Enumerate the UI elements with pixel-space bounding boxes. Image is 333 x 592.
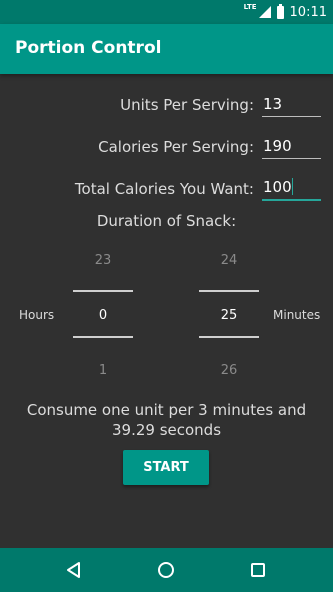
minutes-next-value[interactable]: 26 [199, 363, 259, 378]
result-line-2: 39.29 seconds [111, 421, 222, 439]
units-per-serving-label: Units Per Serving: [120, 96, 254, 114]
total-calories-label: Total Calories You Want: [74, 180, 254, 198]
app-bar: Portion Control [0, 24, 333, 74]
hours-prev-value[interactable]: 23 [73, 253, 133, 268]
network-type: LTE [243, 3, 257, 11]
text-cursor [291, 178, 293, 195]
duration-title: Duration of Snack: [96, 212, 237, 230]
back-icon[interactable] [64, 560, 84, 580]
minutes-picker-divider-bottom [199, 336, 259, 338]
minutes-prev-value[interactable]: 24 [199, 253, 259, 268]
units-per-serving-input[interactable]: 13 [262, 94, 321, 117]
hours-next-value[interactable]: 1 [73, 363, 133, 378]
home-icon[interactable] [156, 560, 176, 580]
minutes-current-value[interactable]: 25 [199, 308, 259, 323]
minutes-label: Minutes [273, 308, 321, 322]
result-line-1: Consume one unit per 3 minutes and [26, 401, 307, 419]
start-button[interactable]: START [123, 450, 209, 485]
hours-label: Hours [19, 308, 55, 322]
status-bar: LTE 10:11 [0, 0, 333, 24]
navigation-bar [0, 548, 333, 592]
signal-icon [258, 6, 271, 18]
total-calories-value: 100 [263, 178, 292, 196]
calories-per-serving-label: Calories Per Serving: [98, 138, 254, 156]
app-title: Portion Control [15, 38, 162, 58]
battery-icon [276, 3, 284, 19]
recents-icon[interactable] [248, 560, 268, 580]
clock: 10:11 [289, 4, 327, 20]
calories-per-serving-input[interactable]: 190 [262, 136, 321, 159]
hours-picker-divider-top [73, 290, 133, 292]
minutes-picker-divider-top [199, 290, 259, 292]
hours-picker-divider-bottom [73, 336, 133, 338]
hours-current-value[interactable]: 0 [73, 308, 133, 323]
result-text: Consume one unit per 3 minutes and 39.29… [0, 400, 333, 440]
total-calories-input[interactable]: 100 [262, 177, 321, 201]
